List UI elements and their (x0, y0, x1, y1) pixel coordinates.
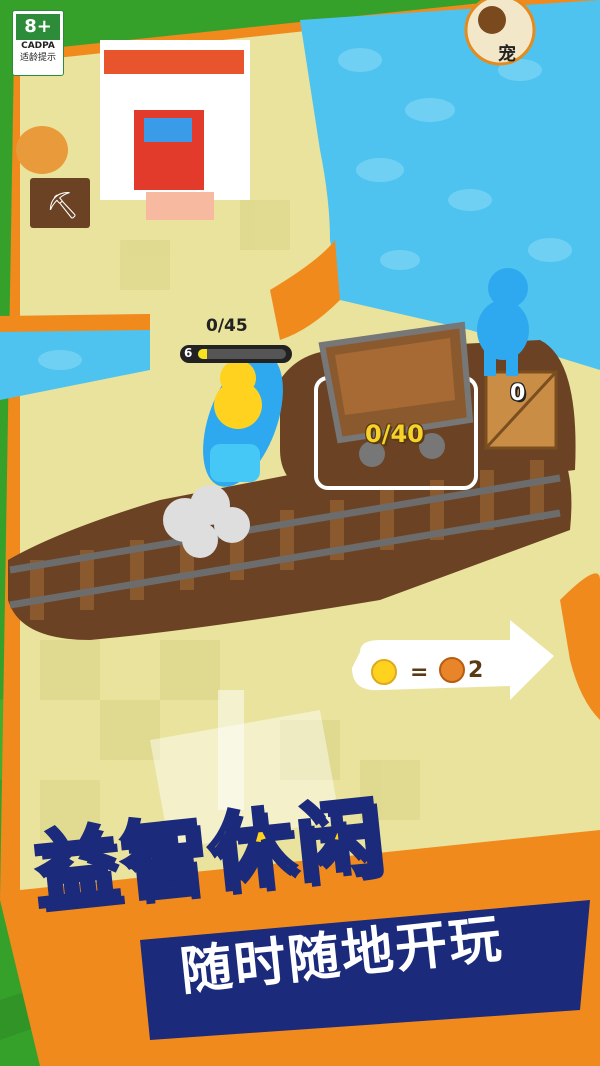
age-rating-label: 8+ (16, 14, 60, 40)
digger-sign-icon: ⛏ (46, 191, 79, 221)
bucket (16, 126, 68, 174)
level-progress-fill (198, 349, 207, 359)
player-head (220, 360, 256, 396)
player-level: 6 (184, 346, 193, 360)
promo-title-part2: 休闲 (203, 785, 392, 905)
top-right-badge-text: 宠 (498, 43, 516, 65)
crate-count-label: 0 (510, 381, 526, 406)
gold-coin-icon (371, 659, 397, 685)
npc-worker-leg (484, 350, 496, 376)
carry-progress-label: 0/45 (206, 316, 248, 336)
level-progress-track (198, 349, 286, 359)
house-step (146, 192, 214, 220)
bear-mascot-icon (478, 6, 506, 34)
water-bank (0, 314, 150, 332)
npc-worker-leg (506, 350, 518, 376)
cart-load-label: 0/40 (365, 420, 424, 448)
locked-build-marker (218, 690, 244, 810)
exchange-equals: = (410, 660, 429, 685)
age-rating-org: CADPA (21, 41, 55, 51)
promo-title-part1: 益智 (28, 804, 217, 924)
age-rating-badge: 8+ CADPA 适龄提示 (12, 10, 64, 76)
exchange-value: 2 (468, 658, 484, 683)
house-window (144, 118, 192, 142)
age-rating-note: 适龄提示 (19, 53, 56, 63)
house-roof (104, 50, 244, 74)
drill-cabin (210, 444, 260, 482)
copper-coin-icon (439, 657, 465, 683)
npc-worker-head (488, 268, 528, 308)
